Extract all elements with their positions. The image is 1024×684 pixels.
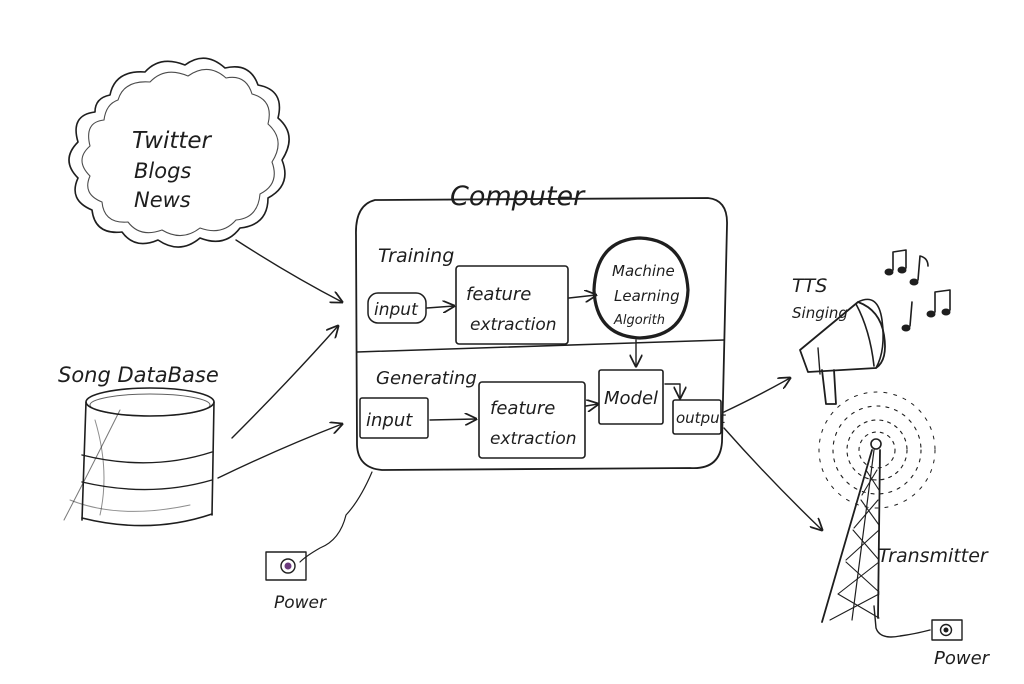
arrow-training-feature-to-ml bbox=[568, 295, 596, 298]
ml-line-2: Learning bbox=[614, 287, 680, 305]
training-input-label: input bbox=[374, 300, 419, 320]
arrow-model-to-output bbox=[664, 383, 680, 398]
power-label-left: Power bbox=[274, 593, 327, 613]
ml-line-3: Algorith bbox=[613, 313, 665, 328]
arrow-generating-feature-to-model bbox=[585, 404, 598, 406]
radio-waves-icon bbox=[818, 391, 936, 509]
arrow-db-to-training bbox=[231, 326, 338, 439]
computer-divider bbox=[356, 339, 725, 353]
output-label: output bbox=[676, 409, 727, 427]
diagram-canvas: Twitter Blogs News Song DataBase Compute… bbox=[0, 0, 1024, 680]
song-database-label: Song DataBase bbox=[58, 363, 219, 387]
power-socket-icon-right bbox=[931, 619, 963, 641]
generating-feature-line-1: feature bbox=[490, 398, 555, 419]
arrow-cloud-to-computer bbox=[235, 239, 342, 302]
generating-feature-line-2: extraction bbox=[490, 429, 577, 449]
arrow-output-to-megaphone bbox=[723, 378, 790, 413]
ml-line-1: Machine bbox=[612, 262, 675, 280]
arrow-training-input-to-feature bbox=[426, 306, 454, 308]
model-label: Model bbox=[604, 388, 658, 409]
cloud-line-2: Blogs bbox=[134, 159, 191, 183]
training-feature-line-2: extraction bbox=[470, 315, 557, 335]
power-cable-left bbox=[299, 471, 373, 563]
arrow-db-to-generating bbox=[217, 424, 342, 479]
arrow-output-to-transmitter bbox=[723, 427, 822, 530]
generating-input-label: input bbox=[366, 410, 413, 431]
database-cylinder-icon bbox=[63, 387, 215, 527]
cloud-line-3: News bbox=[134, 188, 191, 212]
power-socket-icon-left bbox=[265, 551, 307, 581]
cloud-line-1: Twitter bbox=[132, 128, 213, 154]
radio-tower-icon bbox=[821, 438, 931, 638]
arrow-generating-input-to-feature bbox=[429, 419, 476, 420]
transmitter-label: Transmitter bbox=[878, 545, 989, 567]
tts-line-2: Singing bbox=[792, 304, 848, 322]
music-notes-icon bbox=[884, 249, 951, 332]
computer-title: Computer bbox=[450, 181, 586, 212]
training-feature-line-1: feature bbox=[466, 284, 531, 305]
tts-line-1: TTS bbox=[792, 275, 827, 297]
power-label-right: Power bbox=[934, 648, 991, 669]
diagram-svg: Twitter Blogs News Song DataBase Compute… bbox=[58, 57, 991, 669]
training-label: Training bbox=[378, 245, 454, 267]
generating-label: Generating bbox=[376, 368, 477, 389]
